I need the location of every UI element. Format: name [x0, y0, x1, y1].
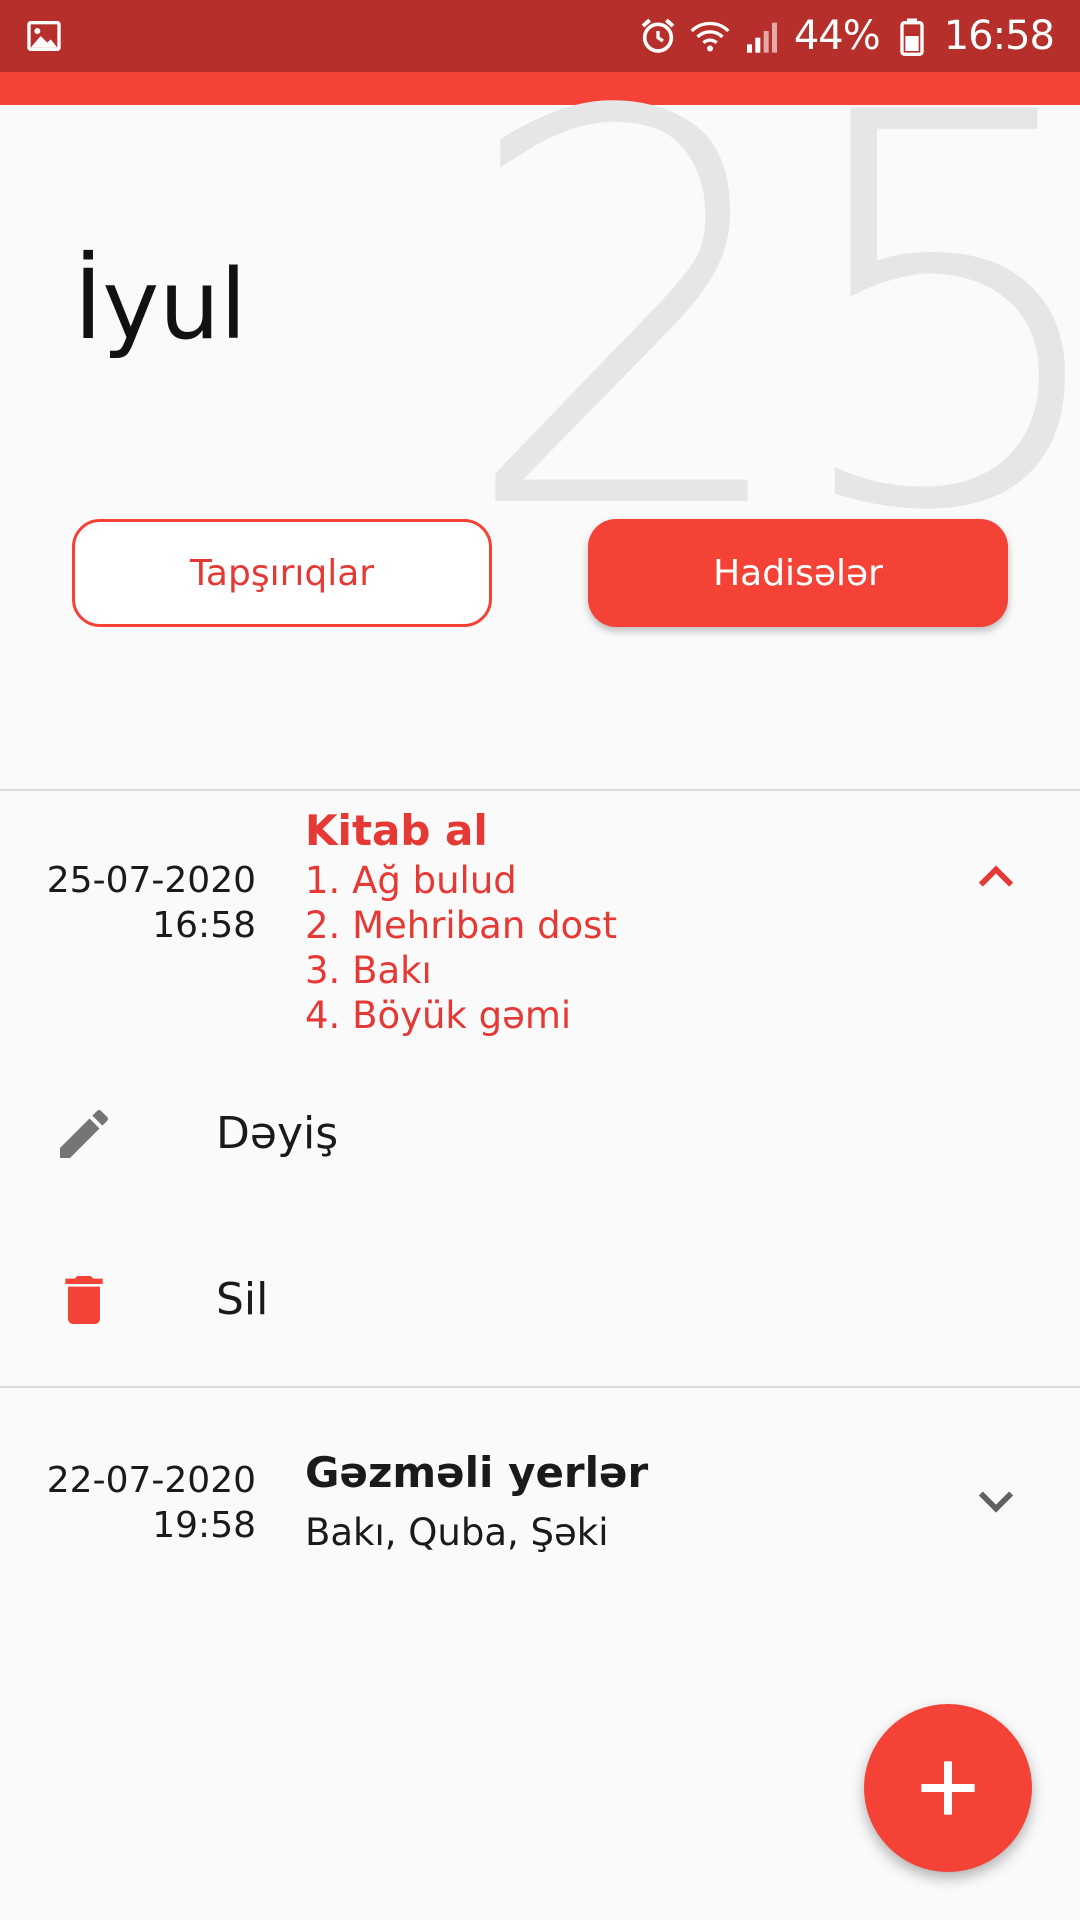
day-number: 25: [458, 80, 1078, 550]
event-date: 25-07-2020: [46, 860, 256, 901]
chevron-down-icon[interactable]: [970, 1474, 1022, 1526]
event-title: Gəzməli yerlər: [305, 1448, 649, 1497]
event-line: 2. Mehriban dost: [305, 904, 617, 947]
event-time: 16:58: [152, 905, 256, 946]
month-title: İyul: [74, 249, 247, 361]
gallery-icon: [27, 21, 61, 51]
event-date: 22-07-2020: [46, 1460, 256, 1501]
pencil-icon: [60, 1109, 109, 1158]
alarm-icon: [641, 18, 675, 53]
battery-percent: 44%: [793, 13, 881, 59]
divider: [0, 789, 1080, 791]
divider: [0, 1386, 1080, 1388]
event-line: 4. Böyük gəmi: [305, 994, 572, 1037]
delete-label: Sil: [216, 1274, 269, 1325]
event-line: 3. Bakı: [305, 949, 432, 992]
event-line: 1. Ağ bulud: [305, 859, 517, 902]
delete-action[interactable]: Sil: [0, 1240, 1080, 1360]
status-bar: 44% 16:58: [0, 0, 1080, 72]
tasks-button[interactable]: Tapşırıqlar: [72, 519, 492, 627]
trash-icon: [65, 1276, 103, 1324]
plus-icon: [921, 1761, 975, 1815]
events-button[interactable]: Hadisələr: [588, 519, 1008, 627]
clock: 16:58: [943, 13, 1055, 59]
signal-icon: [746, 22, 777, 53]
wifi-icon: [690, 21, 730, 52]
edit-action[interactable]: Dəyiş: [0, 1074, 1080, 1194]
event-title: Kitab al: [305, 806, 488, 855]
edit-label: Dəyiş: [216, 1108, 339, 1159]
event-time: 19:58: [152, 1505, 256, 1546]
battery-icon: [900, 18, 924, 56]
add-button[interactable]: [864, 1704, 1032, 1872]
chevron-up-icon[interactable]: [970, 850, 1022, 902]
event-line: Bakı, Quba, Şəki: [305, 1511, 609, 1554]
